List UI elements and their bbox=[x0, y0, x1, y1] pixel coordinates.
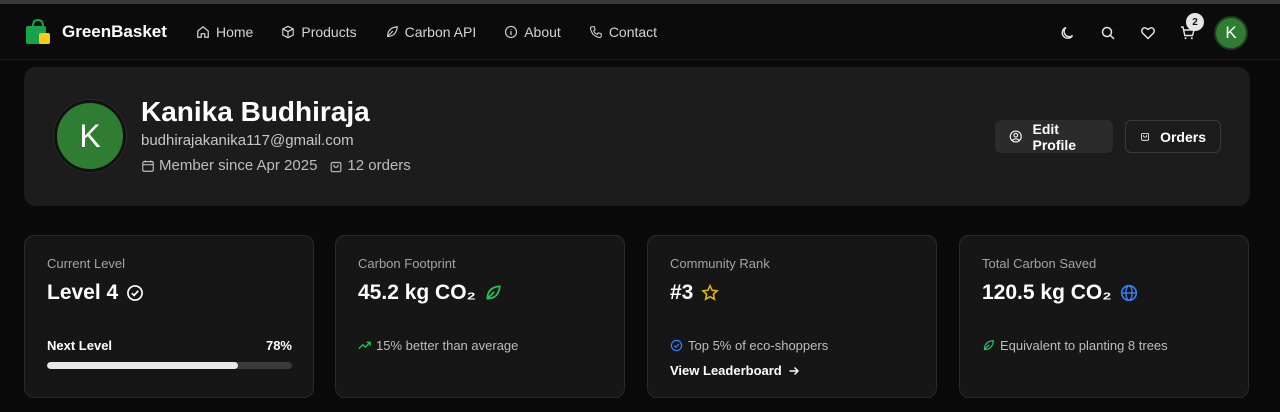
orders-button[interactable]: Orders bbox=[1125, 120, 1221, 153]
current-level-label: Current Level bbox=[47, 256, 126, 271]
profile-header-card: K Kanika Budhiraja budhirajakanika117@gm… bbox=[24, 67, 1250, 206]
nav-home-label: Home bbox=[216, 24, 254, 40]
brand-name: GreenBasket bbox=[62, 22, 167, 41]
carbon-footprint-comparison: 15% better than average bbox=[358, 338, 518, 353]
cart-count-badge: 2 bbox=[1186, 13, 1204, 31]
total-carbon-saved-label: Total Carbon Saved bbox=[982, 256, 1097, 271]
home-icon bbox=[197, 25, 209, 38]
orders-count: 12 orders bbox=[329, 157, 411, 174]
globe-icon bbox=[1120, 284, 1137, 302]
leaf-icon bbox=[386, 26, 398, 37]
community-rank-value: #3 bbox=[670, 281, 694, 304]
profile-actions: Edit Profile Orders bbox=[995, 120, 1221, 153]
profile-email: budhirajakanika117@gmail.com bbox=[141, 132, 354, 149]
moon-icon bbox=[1061, 26, 1074, 39]
member-since: Member since Apr 2025 bbox=[141, 157, 317, 174]
total-carbon-saved-value: 120.5 kg CO₂ bbox=[982, 281, 1112, 304]
heart-icon bbox=[1141, 27, 1155, 40]
profile-meta: Member since Apr 2025 12 orders bbox=[141, 157, 411, 174]
phone-icon bbox=[589, 26, 602, 39]
shopping-bag-icon bbox=[1141, 132, 1149, 141]
trending-up-icon bbox=[358, 341, 371, 350]
search-icon bbox=[1101, 26, 1115, 40]
top-navbar: GreenBasket Home Products Carbon API Abo… bbox=[0, 4, 1280, 60]
carbon-saved-equivalent: Equivalent to planting 8 trees bbox=[982, 338, 1168, 353]
edit-profile-button[interactable]: Edit Profile bbox=[995, 120, 1113, 153]
total-carbon-saved-value-row: 120.5 kg CO₂ bbox=[982, 281, 1138, 305]
cart-button[interactable]: 2 bbox=[1178, 13, 1204, 43]
level-progress-fill bbox=[47, 362, 239, 369]
leaf-icon bbox=[983, 339, 995, 351]
total-carbon-saved-card: Total Carbon Saved 120.5 kg CO₂ Equivale… bbox=[959, 235, 1249, 398]
nav-actions: 2 K bbox=[1058, 13, 1248, 50]
shopping-bag-icon bbox=[331, 161, 342, 172]
theme-toggle-button[interactable] bbox=[1058, 23, 1078, 43]
next-level-label: Next Level bbox=[47, 338, 113, 353]
user-circle-icon bbox=[1009, 130, 1022, 143]
badge-check-icon bbox=[670, 339, 683, 352]
nav-about-link[interactable]: About bbox=[504, 24, 561, 40]
community-rank-label: Community Rank bbox=[670, 256, 770, 271]
search-button[interactable] bbox=[1098, 23, 1118, 43]
user-avatar-button[interactable]: K bbox=[1214, 16, 1248, 50]
current-level-card: Current Level Level 4 Next Level 78% bbox=[24, 235, 314, 398]
carbon-footprint-value-row: 45.2 kg CO₂ bbox=[358, 281, 502, 305]
nav-contact-label: Contact bbox=[608, 24, 658, 40]
next-level-row: Next Level 78% bbox=[47, 338, 292, 353]
carbon-saved-equivalent-text: Equivalent to planting 8 trees bbox=[1000, 338, 1168, 353]
profile-avatar: K bbox=[54, 100, 126, 172]
brand[interactable]: GreenBasket bbox=[24, 18, 167, 46]
leaf-icon bbox=[486, 285, 501, 300]
box-icon bbox=[282, 25, 295, 39]
community-rank-percentile: Top 5% of eco-shoppers bbox=[670, 338, 828, 353]
nav-links: Home Products Carbon API About Contact bbox=[196, 24, 657, 40]
nav-carbon-api-label: Carbon API bbox=[404, 24, 477, 40]
shopping-bag-logo-icon bbox=[24, 18, 52, 46]
nav-products-label: Products bbox=[301, 24, 357, 40]
current-level-value: Level 4 bbox=[47, 281, 119, 304]
calendar-icon bbox=[142, 159, 154, 172]
community-rank-percentile-text: Top 5% of eco-shoppers bbox=[688, 338, 829, 353]
level-progress-bar bbox=[47, 362, 292, 369]
nav-home-link[interactable]: Home bbox=[196, 24, 253, 40]
carbon-footprint-card: Carbon Footprint 45.2 kg CO₂ 15% better … bbox=[335, 235, 625, 398]
star-icon bbox=[701, 284, 720, 301]
view-leaderboard-label: View Leaderboard bbox=[670, 363, 782, 378]
carbon-footprint-value: 45.2 kg CO₂ bbox=[358, 281, 476, 304]
carbon-footprint-comparison-text: 15% better than average bbox=[376, 338, 519, 353]
orders-label: Orders bbox=[1160, 128, 1206, 145]
badge-check-icon bbox=[127, 285, 144, 301]
info-icon bbox=[505, 25, 518, 39]
next-level-percent: 78% bbox=[265, 338, 292, 353]
wishlist-button[interactable] bbox=[1138, 23, 1158, 43]
view-leaderboard-link[interactable]: View Leaderboard bbox=[670, 363, 800, 378]
current-level-value-row: Level 4 bbox=[47, 281, 144, 305]
nav-carbon-api-link[interactable]: Carbon API bbox=[385, 24, 477, 40]
arrow-right-icon bbox=[789, 366, 799, 375]
profile-name: Kanika Budhiraja bbox=[141, 96, 370, 127]
edit-profile-label: Edit Profile bbox=[1032, 120, 1077, 153]
carbon-footprint-label: Carbon Footprint bbox=[358, 256, 456, 271]
nav-about-label: About bbox=[524, 24, 561, 40]
orders-count-text: 12 orders bbox=[347, 157, 411, 174]
community-rank-value-row: #3 bbox=[670, 281, 720, 305]
nav-products-link[interactable]: Products bbox=[281, 24, 357, 40]
member-since-text: Member since Apr 2025 bbox=[159, 157, 318, 174]
nav-contact-link[interactable]: Contact bbox=[589, 24, 657, 40]
community-rank-card: Community Rank #3 Top 5% of eco-shoppers… bbox=[647, 235, 937, 398]
